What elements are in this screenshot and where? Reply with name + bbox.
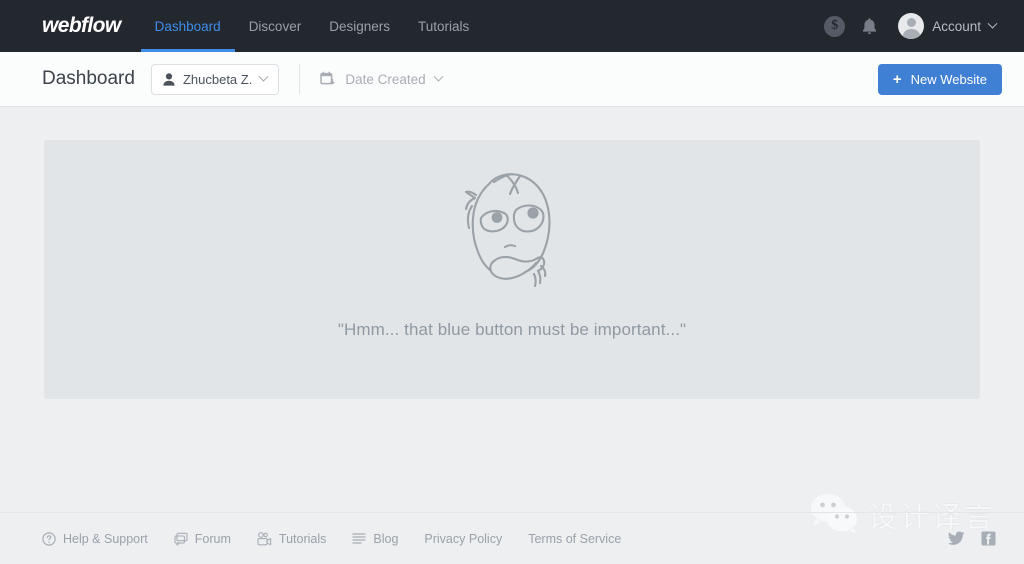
social-links	[948, 531, 996, 546]
list-lines-icon	[352, 532, 366, 545]
footer-link-terms-of-service-label: Terms of Service	[528, 532, 621, 546]
nav-link-tutorials[interactable]: Tutorials	[404, 0, 483, 52]
dollar-circle-icon[interactable]: $	[824, 16, 845, 37]
footer-link-tutorials-label: Tutorials	[279, 532, 326, 546]
top-nav-right-group: $ Account	[824, 13, 996, 39]
account-menu[interactable]: Account	[898, 13, 996, 39]
footer-link-blog[interactable]: Blog	[352, 532, 398, 546]
primary-nav-links: Dashboard Discover Designers Tutorials	[141, 0, 484, 52]
sort-filter-dropdown[interactable]: Date Created	[320, 71, 441, 87]
chevron-down-icon	[433, 71, 443, 81]
footer-link-help-support-label: Help & Support	[63, 532, 148, 546]
footer: Help & Support Forum Tutorials	[0, 512, 1024, 564]
new-website-button-label: New Website	[911, 72, 987, 87]
calendar-sort-icon	[320, 71, 336, 87]
footer-link-forum[interactable]: Forum	[174, 532, 231, 546]
account-label: Account	[932, 19, 981, 34]
empty-state-panel: "Hmm... that blue button must be importa…	[44, 140, 980, 399]
chevron-down-icon	[259, 71, 269, 81]
speech-bubble-icon	[174, 532, 188, 546]
nav-link-dashboard-label: Dashboard	[155, 19, 221, 34]
page-title: Dashboard	[42, 68, 135, 90]
twitter-icon[interactable]	[948, 531, 965, 546]
main-content: "Hmm... that blue button must be importa…	[0, 107, 1024, 512]
nav-link-dashboard[interactable]: Dashboard	[141, 0, 235, 52]
footer-link-privacy-policy-label: Privacy Policy	[424, 532, 502, 546]
new-website-button[interactable]: + New Website	[878, 64, 1002, 95]
question-circle-icon	[42, 532, 56, 546]
person-icon	[163, 73, 175, 86]
webflow-logo[interactable]: webflow	[42, 14, 121, 38]
dashboard-toolbar: Dashboard Zhucbeta Z. Date Created + New	[0, 52, 1024, 107]
sort-filter-value: Date Created	[345, 72, 425, 87]
footer-link-terms-of-service[interactable]: Terms of Service	[528, 532, 621, 546]
chevron-down-icon	[988, 18, 998, 28]
avatar-icon	[898, 13, 924, 39]
toolbar-divider	[299, 64, 300, 94]
user-filter-dropdown[interactable]: Zhucbeta Z.	[151, 64, 279, 95]
top-navigation-bar: webflow Dashboard Discover Designers Tut…	[0, 0, 1024, 52]
footer-link-blog-label: Blog	[373, 532, 398, 546]
nav-link-tutorials-label: Tutorials	[418, 19, 469, 34]
bell-icon[interactable]	[861, 17, 878, 36]
plus-icon: +	[893, 72, 902, 87]
footer-link-tutorials[interactable]: Tutorials	[257, 532, 326, 546]
nav-link-designers-label: Designers	[329, 19, 390, 34]
footer-link-forum-label: Forum	[195, 532, 231, 546]
video-camera-icon	[257, 532, 272, 546]
empty-state-quote: "Hmm... that blue button must be importa…	[338, 320, 686, 340]
user-filter-value: Zhucbeta Z.	[183, 72, 252, 87]
footer-link-help-support[interactable]: Help & Support	[42, 532, 148, 546]
nav-link-discover[interactable]: Discover	[235, 0, 316, 52]
nav-link-designers[interactable]: Designers	[315, 0, 404, 52]
thinking-face-meme-illustration	[442, 162, 582, 302]
nav-link-discover-label: Discover	[249, 19, 302, 34]
facebook-icon[interactable]	[981, 531, 996, 546]
footer-link-privacy-policy[interactable]: Privacy Policy	[424, 532, 502, 546]
